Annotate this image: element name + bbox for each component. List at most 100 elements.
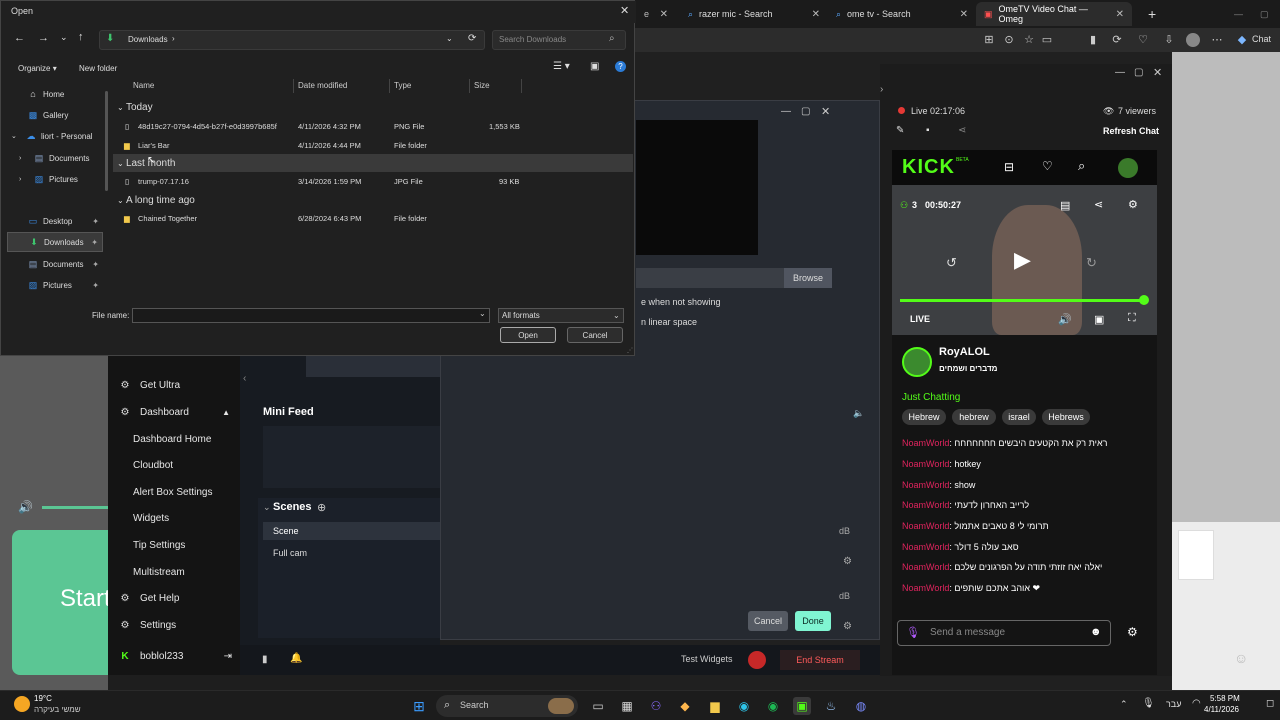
teams-icon[interactable]: ⚇	[647, 697, 665, 715]
column-header-name[interactable]: Name	[133, 81, 154, 90]
minimize-icon[interactable]: —	[1226, 2, 1243, 26]
sidebar-item-account[interactable]: Kboblol233 ⇥	[108, 645, 240, 667]
close-icon[interactable]: ✕	[1116, 9, 1124, 20]
search-input[interactable]: Search Downloads ⌕	[492, 30, 626, 50]
close-icon[interactable]: ✕	[821, 105, 830, 118]
favorite-star-icon[interactable]: ☆	[1022, 33, 1036, 47]
camera-icon[interactable]: ▭	[1040, 33, 1054, 47]
chevron-right-icon[interactable]: ›	[172, 34, 175, 43]
gear-icon[interactable]: ⚙	[1128, 198, 1138, 211]
column-divider[interactable]	[293, 79, 294, 93]
heart-icon[interactable]: ♡	[1136, 33, 1150, 47]
stream-category[interactable]: Just Chatting	[902, 392, 960, 403]
file-name-input[interactable]: ⌄	[132, 308, 490, 323]
tag-pill[interactable]: israel	[1002, 409, 1036, 425]
extensions-icon[interactable]: ⊞	[982, 33, 996, 47]
column-divider[interactable]	[469, 79, 470, 93]
browse-button[interactable]: Browse	[784, 268, 832, 288]
tab-razer-mic[interactable]: ⌕ razer mic - Search ✕	[680, 2, 828, 26]
view-options-icon[interactable]: ☰ ▾	[553, 61, 570, 72]
steam-icon[interactable]: ♨	[822, 697, 840, 715]
language-indicator[interactable]: עבר	[1166, 699, 1181, 709]
path-bar[interactable]: ⬇ Downloads › ⌄ ⟳	[99, 30, 485, 50]
stream-video[interactable]: ⚇ 3 00:50:27 ▤ ⋖ ⚙ ↺ ▶ ↻ LIVE 🔊 ▣ ⛶	[892, 185, 1157, 335]
end-stream-button[interactable]: End Stream	[780, 650, 860, 670]
sidebar-item-tip-settings[interactable]: Tip Settings	[108, 534, 240, 556]
nav-item-documents[interactable]: › ▤ Documents	[7, 148, 103, 168]
chevron-down-icon[interactable]: ⌄	[479, 309, 486, 318]
sidebar-item-widgets[interactable]: Widgets	[108, 507, 240, 529]
chat-settings-icon[interactable]: ⚙	[1127, 625, 1138, 639]
file-row[interactable]: ▯ trump-07.17.16 3/14/2026 1:59 PM JPG F…	[113, 173, 633, 191]
refresh-chat-button[interactable]: Refresh Chat	[1103, 126, 1159, 136]
pencil-icon[interactable]: ✎	[896, 125, 904, 136]
logout-icon[interactable]: ⇥	[224, 651, 232, 662]
chevron-down-icon[interactable]: ⌄	[60, 32, 68, 43]
emoji-icon[interactable]: ☻	[1090, 626, 1102, 638]
open-button[interactable]: Open	[500, 327, 556, 343]
sidebar-item-dashboard-home[interactable]: Dashboard Home	[108, 428, 240, 450]
microphone-icon[interactable]: 🎙	[906, 626, 920, 639]
close-icon[interactable]: ✕	[660, 9, 668, 20]
speaker-icon[interactable]: 🔈	[853, 408, 864, 419]
file-row[interactable]: ▯ 48d19c27-0794-4d54-b27f-e0d3997b685f 4…	[113, 118, 633, 136]
settings-icon[interactable]: ⊙	[1002, 33, 1016, 47]
nav-item-home[interactable]: ⌂ Home	[7, 84, 103, 104]
chevron-right-icon[interactable]: ›	[19, 176, 33, 183]
speaker-icon[interactable]: 🔊	[18, 500, 33, 514]
column-divider[interactable]	[389, 79, 390, 93]
microphone-icon[interactable]: 🎙	[1142, 698, 1155, 709]
clock-time[interactable]: 5:58 PM	[1210, 694, 1240, 703]
weather-desc[interactable]: שמשי בעיקרה	[34, 705, 81, 714]
weather-icon[interactable]	[14, 696, 30, 712]
close-icon[interactable]: ✕	[1153, 66, 1162, 79]
help-icon[interactable]: ?	[615, 61, 626, 72]
chevron-down-icon[interactable]: ⌄	[446, 34, 453, 43]
maximize-icon[interactable]: ▢	[1252, 2, 1269, 26]
share-icon[interactable]: ⋖	[958, 125, 966, 136]
stats-icon[interactable]: ▮	[262, 654, 268, 665]
minimize-icon[interactable]: —	[1115, 67, 1125, 78]
path-segment[interactable]: Downloads	[128, 35, 168, 44]
kick-logo[interactable]: KICK	[902, 156, 955, 179]
chevron-down-icon[interactable]: ⌄	[263, 502, 271, 513]
theater-icon[interactable]: ▣	[1094, 313, 1104, 326]
avatar[interactable]	[1118, 158, 1138, 178]
tab-ometv[interactable]: ▣ OmeTV Video Chat — Omeg ✕	[976, 2, 1132, 26]
notification-bell-icon[interactable]: 🔔	[290, 653, 302, 664]
streamer-avatar[interactable]	[902, 347, 932, 377]
column-header-date[interactable]: Date modified	[298, 81, 347, 90]
search-icon[interactable]: ⌕	[1078, 158, 1085, 174]
weather-temp[interactable]: 19°C	[34, 694, 52, 703]
emoji-icon[interactable]: ☺	[1234, 650, 1248, 666]
column-header-type[interactable]: Type	[394, 81, 411, 90]
close-icon[interactable]: ✕	[812, 9, 820, 20]
fullscreen-icon[interactable]: ⛶	[1128, 312, 1136, 325]
sidebar-item-get-help[interactable]: ⚙ Get Help	[108, 587, 240, 609]
up-arrow-icon[interactable]: ↑	[78, 31, 84, 43]
sidebar-item-alert-box-settings[interactable]: Alert Box Settings	[108, 481, 240, 503]
widgets-icon[interactable]: ▦	[618, 697, 636, 715]
nav-item-gallery[interactable]: ▩ Gallery	[7, 105, 103, 125]
nav-item-pictures[interactable]: › ▨ Pictures	[7, 169, 103, 189]
edge-icon[interactable]: ◉	[735, 697, 753, 715]
tab-ome-tv-search[interactable]: ⌕ ome tv - Search ✕	[828, 2, 976, 26]
more-icon[interactable]: ⋯	[1210, 33, 1224, 47]
downloads-icon[interactable]: ⇩	[1162, 33, 1176, 47]
play-icon[interactable]: ▶	[1014, 247, 1031, 273]
close-icon[interactable]: ✕	[620, 4, 629, 17]
heart-icon[interactable]: ♡	[1042, 159, 1053, 173]
task-view-icon[interactable]: ▭	[589, 697, 607, 715]
scene-item[interactable]: Full cam	[263, 544, 440, 562]
chevron-right-icon[interactable]: ›	[880, 84, 883, 95]
nav-item-pictures-pinned[interactable]: ▨ Pictures ✦	[7, 275, 103, 295]
organize-button[interactable]: Organize ▾	[18, 64, 57, 73]
forward-icon[interactable]: ↻	[1086, 255, 1097, 271]
close-icon[interactable]: ✕	[960, 9, 968, 20]
chevron-up-icon[interactable]: ⌃	[1120, 699, 1128, 710]
streamer-name[interactable]: RoyALOL	[939, 346, 990, 358]
back-arrow-icon[interactable]: ←	[14, 32, 25, 44]
streamlabs-icon[interactable]: ▣	[793, 697, 811, 715]
avatar[interactable]	[1186, 33, 1200, 47]
pin-icon[interactable]: ✦	[92, 260, 99, 269]
